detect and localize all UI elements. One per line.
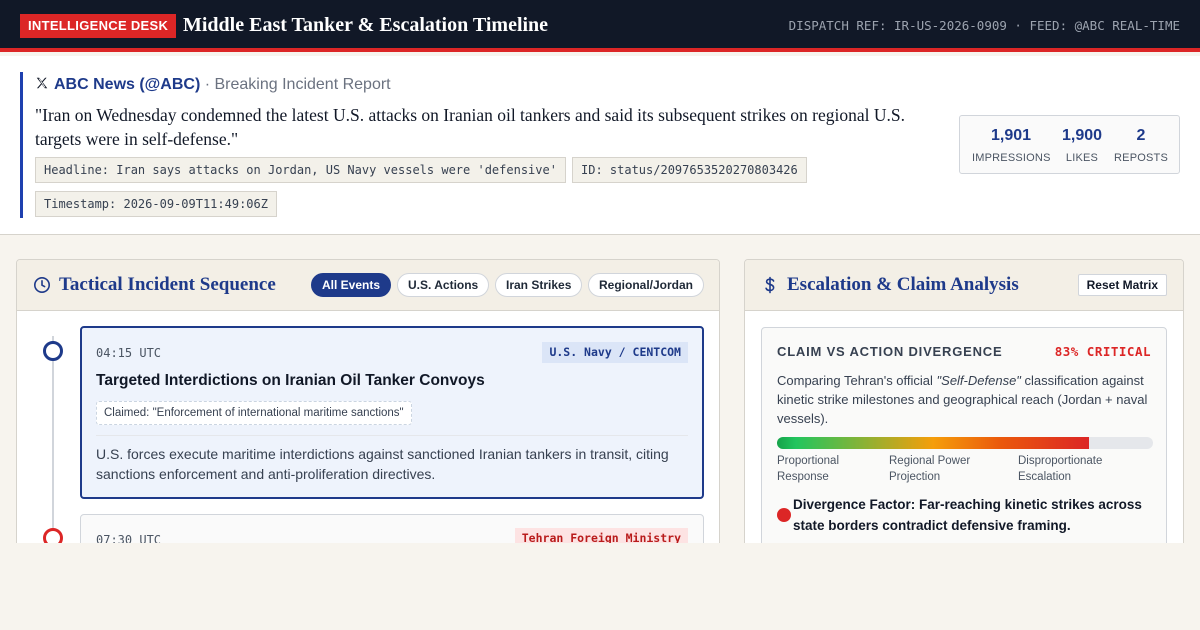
event-source-badge: U.S. Navy / CENTCOM [542, 342, 688, 363]
reposts-value: 2 [1136, 127, 1146, 144]
likes-label: LIKES [1065, 152, 1099, 164]
event-title: Targeted Interdictions on Iranian Oil Ta… [96, 372, 485, 389]
timeline-track [52, 336, 54, 558]
timestamp-chip: Timestamp: 2026-09-09T11:49:06Z [35, 191, 277, 217]
reset-matrix-button[interactable]: Reset Matrix [1077, 274, 1167, 296]
divergence-factor: Divergence Factor: Far-reaching kinetic … [793, 497, 1142, 533]
filter-iran-strikes[interactable]: Iran Strikes [495, 273, 583, 297]
stat-likes: 1,900 LIKES [1056, 125, 1108, 166]
source-name-link[interactable]: ABC News (@ABC) [54, 76, 200, 93]
event-claim: Claimed: "Enforcement of international m… [96, 401, 412, 425]
divergence-alert-dot [777, 508, 791, 522]
desk-badge: INTELLIGENCE DESK [20, 14, 177, 38]
event-card-selected[interactable]: 04:15 UTC U.S. Navy / CENTCOM Targeted I… [80, 326, 704, 499]
divergence-bar [777, 437, 1153, 449]
engagement-stats: 1,901 IMPRESSIONS 1,900 LIKES 2 REPOSTS [959, 115, 1180, 174]
impressions-value: 1,901 [990, 127, 1032, 144]
scale-mid-label: Regional Power Projection [889, 455, 971, 483]
report-quote: "Iran on Wednesday condemned the latest … [35, 105, 906, 149]
dollar-icon [765, 276, 775, 294]
event-time: 04:15 UTC [96, 346, 162, 360]
scale-low-label: Proportional Response [777, 455, 840, 483]
scale-high-label: Disproportionate Escalation [1018, 455, 1103, 483]
filter-us-actions[interactable]: U.S. Actions [397, 273, 490, 297]
page-title: Middle East Tanker & Escalation Timeline [183, 14, 549, 36]
analysis-title: Escalation & Claim Analysis [787, 274, 1019, 295]
divergence-matrix: CLAIM VS ACTION DIVERGENCE 83% CRITICAL … [761, 327, 1167, 558]
source-subtitle: · Breaking Incident Report [204, 76, 391, 93]
top-header: INTELLIGENCE DESK Middle East Tanker & E… [0, 0, 1200, 52]
impressions-label: IMPRESSIONS [972, 152, 1051, 164]
analysis-panel: Escalation & Claim Analysis Reset Matrix… [744, 259, 1184, 559]
headline-chip: Headline: Iran says attacks on Jordan, U… [35, 157, 566, 183]
desc-text: Comparing Tehran's official [777, 373, 937, 388]
critical-score: 83% CRITICAL [1054, 344, 1151, 359]
report-source: ABC News (@ABC) · Breaking Incident Repo… [35, 74, 391, 96]
clock-icon [34, 277, 50, 293]
matrix-description: Comparing Tehran's official "Self-Defens… [777, 371, 1153, 428]
event-divider [96, 435, 688, 436]
report-accent-bar [20, 72, 23, 218]
stat-reposts: 2 REPOSTS [1112, 125, 1170, 166]
status-id-chip: ID: status/2097653520270803426 [572, 157, 807, 183]
stat-impressions: 1,901 IMPRESSIONS [972, 125, 1050, 166]
timeline-node-us [43, 341, 63, 361]
timeline-title: Tactical Incident Sequence [59, 274, 276, 295]
timeline-panel-header: Tactical Incident Sequence All Events U.… [17, 260, 719, 311]
matrix-heading: CLAIM VS ACTION DIVERGENCE [777, 344, 1003, 359]
reposts-label: REPOSTS [1114, 152, 1168, 164]
filter-regional-jordan[interactable]: Regional/Jordan [588, 273, 705, 297]
divergence-bar-fill [777, 437, 1090, 449]
event-description: U.S. forces execute maritime interdictio… [96, 446, 669, 482]
x-logo-icon [36, 77, 48, 89]
filter-all-events[interactable]: All Events [311, 273, 392, 297]
incident-report: ABC News (@ABC) · Breaking Incident Repo… [0, 56, 1200, 235]
dispatch-ref: DISPATCH REF: IR-US-2026-0909 · FEED: @A… [788, 18, 1180, 33]
desc-emphasis: "Self-Defense" [936, 373, 1021, 388]
page-background [0, 543, 1200, 630]
likes-value: 1,900 [1061, 127, 1103, 144]
analysis-panel-header: Escalation & Claim Analysis Reset Matrix [745, 260, 1183, 311]
timeline-panel: Tactical Incident Sequence All Events U.… [16, 259, 720, 559]
